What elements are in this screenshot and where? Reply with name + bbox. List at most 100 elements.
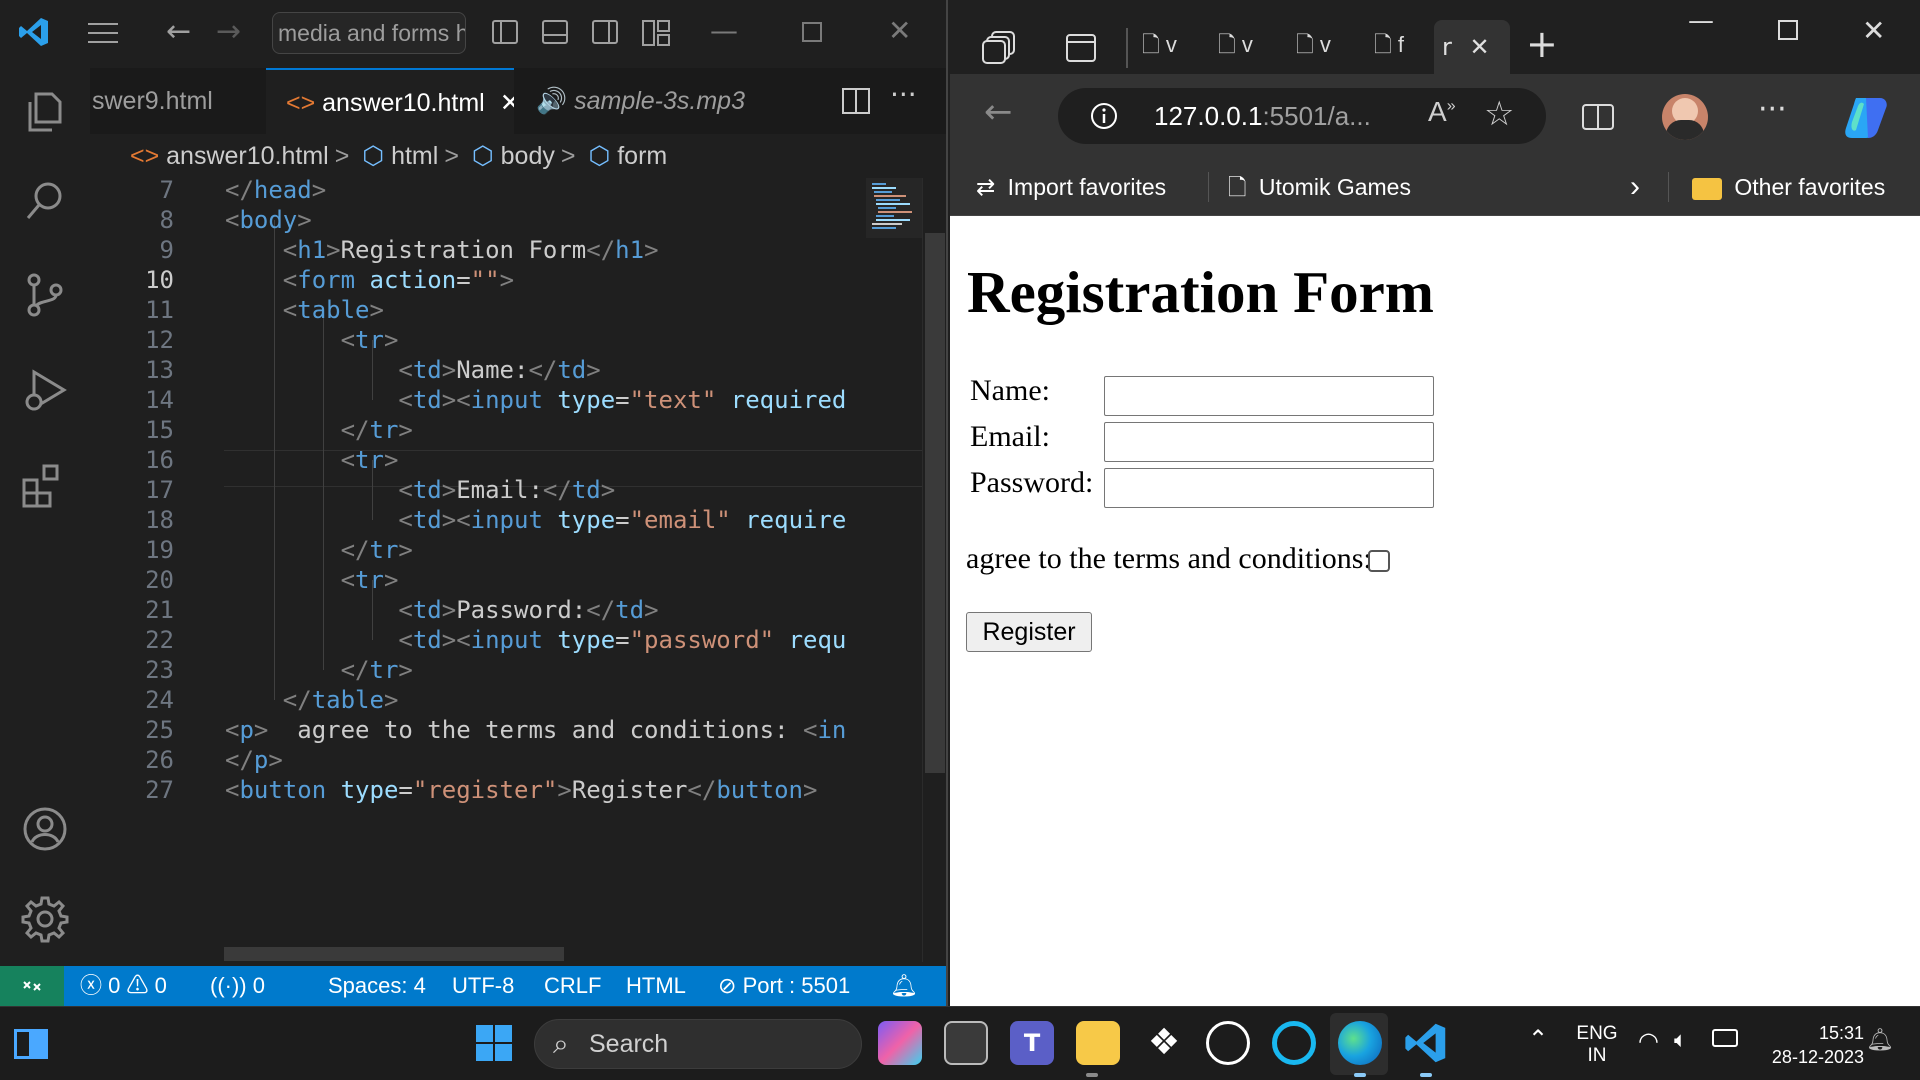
search-icon[interactable] bbox=[20, 176, 70, 226]
code-line[interactable]: <p> agree to the terms and conditions: <… bbox=[225, 712, 846, 749]
browser-tab[interactable]: 🗋 v bbox=[1296, 28, 1336, 68]
code-token: = bbox=[615, 386, 630, 414]
maximize-icon[interactable] bbox=[802, 22, 822, 42]
back-arrow-icon[interactable]: ← bbox=[984, 92, 1013, 132]
edge-icon[interactable] bbox=[1338, 1021, 1382, 1065]
browser-tab[interactable]: 🗋 v bbox=[1142, 28, 1182, 68]
settings-more-icon[interactable]: ··· bbox=[1758, 92, 1787, 127]
code-token: td bbox=[571, 476, 601, 504]
chatgpt-icon[interactable] bbox=[1206, 1021, 1250, 1065]
accounts-icon[interactable] bbox=[20, 804, 70, 854]
other-favorites-folder[interactable]: Other favorites bbox=[1692, 158, 1885, 216]
dropbox-icon[interactable]: ❖ bbox=[1142, 1021, 1186, 1065]
toggle-panel-icon[interactable] bbox=[542, 20, 568, 44]
run-debug-icon[interactable] bbox=[20, 366, 70, 416]
remote-indicator[interactable] bbox=[0, 966, 64, 1006]
utomik-games-link[interactable]: 🗋 Utomik Games bbox=[1228, 158, 1411, 216]
source-control-icon[interactable] bbox=[20, 270, 70, 320]
code-token: type bbox=[557, 386, 616, 414]
command-center[interactable]: media and forms h bbox=[272, 12, 466, 54]
site-info-icon[interactable] bbox=[1090, 102, 1118, 130]
horizontal-scrollbar[interactable] bbox=[224, 947, 564, 961]
symbol-element-icon: ⬡ bbox=[471, 142, 494, 170]
copilot-pre-icon[interactable] bbox=[878, 1021, 922, 1065]
cortana-icon[interactable] bbox=[1272, 1021, 1316, 1065]
password-input[interactable] bbox=[1104, 468, 1434, 508]
battery-icon[interactable] bbox=[1712, 1029, 1738, 1047]
browser-tab-active[interactable]: r ✕ bbox=[1434, 20, 1510, 74]
address-bar[interactable]: 127.0.0.1:5501/a... A» ☆ bbox=[1058, 88, 1546, 144]
tab-close-icon[interactable]: ✕ bbox=[500, 89, 514, 117]
minimize-icon[interactable]: — bbox=[1688, 6, 1714, 36]
breadcrumb-file[interactable]: answer10.html bbox=[166, 142, 329, 170]
name-input[interactable] bbox=[1104, 376, 1434, 416]
breadcrumb-body[interactable]: body bbox=[501, 142, 555, 170]
split-screen-icon[interactable] bbox=[1582, 102, 1614, 132]
back-arrow-icon[interactable]: ← bbox=[166, 16, 191, 48]
minimap[interactable] bbox=[866, 178, 922, 962]
email-input[interactable] bbox=[1104, 422, 1434, 462]
chevron-right-icon[interactable]: › bbox=[1630, 158, 1640, 216]
profile-avatar[interactable] bbox=[1662, 94, 1708, 140]
breadcrumb-form[interactable]: form bbox=[617, 142, 667, 170]
new-tab-plus-icon[interactable]: + bbox=[1526, 22, 1558, 66]
windows-start-icon[interactable] bbox=[472, 1021, 516, 1065]
tab-answer10[interactable]: <> answer10.html ✕ bbox=[266, 68, 514, 134]
ports-indicator[interactable]: ((·)) 0 bbox=[210, 966, 265, 1006]
copilot-icon[interactable] bbox=[1842, 94, 1890, 140]
language-indicator[interactable]: ENG IN bbox=[1572, 1023, 1622, 1067]
tab-close-icon[interactable]: ✕ bbox=[1470, 33, 1490, 61]
read-aloud-icon[interactable]: A» bbox=[1428, 96, 1456, 128]
file-explorer-icon[interactable] bbox=[1076, 1021, 1120, 1065]
register-button[interactable]: Register bbox=[966, 612, 1092, 652]
tab-answer9[interactable]: swer9.html bbox=[90, 68, 264, 134]
widgets-icon[interactable] bbox=[14, 1029, 48, 1059]
workspaces-icon[interactable] bbox=[982, 30, 1018, 64]
browser-tab[interactable]: 🗋 v bbox=[1218, 28, 1258, 68]
settings-gear-icon[interactable] bbox=[20, 894, 70, 944]
task-view-icon[interactable] bbox=[944, 1021, 988, 1065]
more-actions-icon[interactable]: ··· bbox=[890, 78, 917, 111]
taskbar-search-box[interactable]: ⌕ Search bbox=[534, 1019, 862, 1069]
vertical-tabs-icon[interactable] bbox=[1066, 34, 1096, 62]
split-editor-icon[interactable] bbox=[842, 88, 870, 114]
toggle-secondary-sidebar-icon[interactable] bbox=[592, 20, 618, 44]
problems-indicator[interactable]: ⓧ 0 ⚠ 0 bbox=[80, 966, 167, 1006]
indentation-status[interactable]: Spaces: 4 bbox=[328, 966, 426, 1006]
scrollbar-thumb[interactable] bbox=[925, 233, 945, 773]
code-editor[interactable]: 7 8 9 10 11 12 13 14 15 16 17 18 19 20 2… bbox=[90, 178, 946, 962]
teams-icon[interactable]: T bbox=[1010, 1021, 1054, 1065]
toggle-primary-sidebar-icon[interactable] bbox=[492, 20, 518, 44]
code-token: >< bbox=[441, 386, 471, 414]
breadcrumb-html[interactable]: html bbox=[391, 142, 438, 170]
customize-layout-icon[interactable] bbox=[642, 20, 670, 46]
show-hidden-icons-chevron-icon[interactable]: ⌃ bbox=[1528, 1025, 1548, 1054]
import-favorites-link[interactable]: ⇄ Import favorites bbox=[976, 158, 1166, 216]
language-mode-status[interactable]: HTML bbox=[626, 966, 686, 1006]
minimize-icon[interactable]: — bbox=[710, 14, 738, 47]
menu-icon[interactable] bbox=[88, 23, 118, 50]
code-line[interactable]: <button type="register">Register</button… bbox=[225, 772, 817, 809]
vscode-icon[interactable] bbox=[1404, 1021, 1448, 1065]
extensions-icon[interactable] bbox=[20, 460, 70, 510]
forward-arrow-icon[interactable]: → bbox=[216, 16, 241, 48]
explorer-icon[interactable] bbox=[20, 86, 70, 136]
vertical-scrollbar[interactable] bbox=[922, 178, 946, 962]
volume-icon[interactable]: 🔈︎ bbox=[1674, 1027, 1687, 1053]
encoding-status[interactable]: UTF-8 bbox=[452, 966, 514, 1006]
favorite-star-icon[interactable]: ☆ bbox=[1484, 94, 1514, 134]
close-icon[interactable]: ✕ bbox=[1862, 14, 1885, 47]
eol-status[interactable]: CRLF bbox=[544, 966, 601, 1006]
browser-tab[interactable]: 🗋 f bbox=[1374, 28, 1414, 68]
clock[interactable]: 15:31 28-12-2023 bbox=[1754, 1021, 1864, 1069]
maximize-icon[interactable] bbox=[1778, 20, 1798, 40]
close-icon[interactable]: ✕ bbox=[888, 14, 911, 47]
url-text[interactable]: 127.0.0.1:5501/a... bbox=[1154, 88, 1371, 144]
notification-bell-icon[interactable]: 🔔︎ bbox=[1866, 1027, 1894, 1053]
terms-checkbox[interactable] bbox=[1368, 550, 1390, 572]
live-server-port[interactable]: ⊘ Port : 5501 bbox=[718, 966, 850, 1006]
notifications-bell-icon[interactable]: 🔔︎ bbox=[890, 966, 918, 1006]
wifi-icon[interactable]: ◠ bbox=[1638, 1027, 1659, 1056]
tab-sample-mp3[interactable]: 🔊 sample-3s.mp3 bbox=[516, 68, 766, 134]
